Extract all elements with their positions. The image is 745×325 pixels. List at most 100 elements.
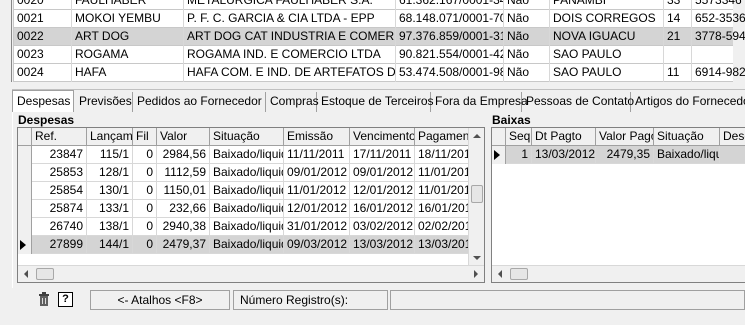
despesas-hscroll[interactable] [18, 265, 484, 282]
column-header[interactable]: Situação [654, 128, 720, 146]
table-cell[interactable]: 2984,56 [157, 146, 210, 164]
table-cell[interactable]: 1 [506, 146, 532, 164]
cell-cnpj[interactable]: 90.821.554/0001-42 [396, 46, 504, 64]
cell-code[interactable]: 0021 [14, 10, 72, 28]
table-cell[interactable]: 133/1 [87, 200, 133, 218]
table-cell[interactable]: 0 [133, 146, 157, 164]
cell-flag[interactable]: Não [504, 46, 550, 64]
table-cell[interactable]: 1112,59 [157, 164, 210, 182]
cell-n[interactable] [664, 46, 692, 64]
tab-estoque-terceiros[interactable]: Estoque de Terceiros [317, 92, 434, 112]
table-cell[interactable]: 26740 [32, 218, 87, 236]
tab-previsoes[interactable]: Previsões [75, 92, 133, 112]
scroll-right-icon[interactable] [474, 270, 478, 278]
table-cell[interactable]: 16/01/2012 [350, 200, 415, 218]
cell-n[interactable]: 21 [664, 28, 692, 46]
table-cell[interactable]: Baixado/liquida [210, 182, 284, 200]
cell-n[interactable]: 14 [664, 10, 692, 28]
cell-cnpj[interactable]: 68.148.071/0001-70 [396, 10, 504, 28]
table-cell[interactable]: 2479,35 [596, 146, 654, 164]
table-cell[interactable]: 1150,01 [157, 182, 210, 200]
scroll-down-icon[interactable] [473, 256, 481, 260]
column-header[interactable]: Emissão [284, 128, 350, 146]
column-header[interactable]: Seq [506, 128, 532, 146]
cell-razao[interactable]: P. F. C. GARCIA & CIA LTDA - EPP [184, 10, 396, 28]
cell-cnpj[interactable]: 61.362.167/0001-34 [396, 0, 504, 10]
cell-flag[interactable]: Não [504, 0, 550, 10]
table-cell[interactable]: 23847 [32, 146, 87, 164]
row-indicator[interactable] [18, 200, 32, 218]
table-cell[interactable]: 2479,37 [157, 236, 210, 254]
fornecedores-grid[interactable]: 0020 FAULHABER METALURGICA FAULHABER S.A. 6… [0, 0, 745, 82]
help-icon[interactable]: ? [58, 292, 73, 307]
table-cell[interactable]: 25853 [32, 164, 87, 182]
table-cell[interactable]: 25874 [32, 200, 87, 218]
table-row[interactable]: 25853128/101112,59Baixado/liquida09/01/2… [18, 164, 481, 182]
table-row[interactable]: 0021 MOKOI YEMBU P. F. C. GARCIA & CIA LTD… [0, 10, 745, 28]
table-cell[interactable]: 0 [133, 164, 157, 182]
table-cell[interactable]: Baixado/liquida [210, 218, 284, 236]
tab-more[interactable]: A [741, 92, 745, 112]
table-row[interactable]: 23847115/102984,56Baixado/liquida11/11/2… [18, 146, 481, 164]
column-header[interactable]: Ref. [32, 128, 87, 146]
cell-razao[interactable]: ROGAMA IND. E COMERCIO LTDA [184, 46, 396, 64]
table-cell[interactable]: 130/1 [87, 182, 133, 200]
row-indicator[interactable] [492, 146, 506, 164]
cell-name[interactable]: MOKOI YEMBU [72, 10, 184, 28]
table-cell[interactable]: 25854 [32, 182, 87, 200]
scroll-up-icon[interactable] [473, 134, 481, 138]
table-cell[interactable]: 03/02/2012 [350, 218, 415, 236]
scroll-thumb[interactable] [36, 268, 54, 280]
table-row[interactable]: 0022 ART DOG ART DOG CAT INDUSTRIA E COMER… [0, 28, 745, 46]
cell-code[interactable]: 0020 [14, 0, 72, 10]
table-cell[interactable]: 27899 [32, 236, 87, 254]
table-cell[interactable]: Baixado/liqui [654, 146, 720, 164]
row-indicator[interactable] [18, 164, 32, 182]
table-row[interactable]: 25874133/10232,66Baixado/liquida12/01/20… [18, 200, 481, 218]
table-cell[interactable]: 11/11/2011 [284, 146, 350, 164]
table-cell[interactable]: 0 [133, 236, 157, 254]
cell-flag[interactable]: Não [504, 10, 550, 28]
cell-phone[interactable]: 5573346 [692, 0, 745, 10]
cell-code[interactable]: 0023 [14, 46, 72, 64]
table-cell[interactable]: 232,66 [157, 200, 210, 218]
table-row[interactable]: 0020 FAULHABER METALURGICA FAULHABER S.A. 6… [0, 0, 745, 10]
row-indicator[interactable] [18, 146, 32, 164]
table-cell[interactable]: 09/03/2012 [284, 236, 350, 254]
table-cell[interactable]: 31/01/2012 [284, 218, 350, 236]
table-cell[interactable]: 12/01/2012 [350, 182, 415, 200]
tab-artigos-fornecedor[interactable]: Artigos do Fornecedor [631, 92, 745, 112]
trash-icon[interactable] [38, 292, 50, 307]
table-cell[interactable]: 2940,38 [157, 218, 210, 236]
scroll-thumb[interactable] [471, 185, 483, 203]
cell-city[interactable]: NOVA IGUACU [550, 28, 664, 46]
table-cell[interactable]: 0 [133, 182, 157, 200]
cell-code[interactable]: 0024 [14, 64, 72, 82]
cell-flag[interactable]: Não [504, 28, 550, 46]
cell-razao[interactable]: ART DOG CAT INDUSTRIA E COMER [184, 28, 396, 46]
table-cell[interactable]: Baixado/liquida [210, 164, 284, 182]
column-header[interactable]: Valor Pago [596, 128, 654, 146]
table-cell[interactable]: 09/01/2012 [284, 164, 350, 182]
table-cell[interactable]: Baixado/liquida [210, 146, 284, 164]
despesas-vscroll[interactable] [468, 128, 484, 266]
atalhos-button[interactable]: <- Atalhos <F8> [90, 290, 230, 310]
cell-city[interactable]: DOIS CORREGOS [550, 10, 664, 28]
table-row[interactable]: 1 13/03/2012 2479,35 Baixado/liqui [492, 146, 745, 164]
cell-city[interactable]: PANAMBI [550, 0, 664, 10]
cell-name[interactable]: FAULHABER [72, 0, 184, 10]
row-indicator[interactable] [18, 182, 32, 200]
table-cell[interactable]: Baixado/liquida [210, 236, 284, 254]
table-row[interactable]: 26740138/102940,38Baixado/liquida31/01/2… [18, 218, 481, 236]
column-header[interactable]: Valor [157, 128, 210, 146]
table-cell[interactable]: 11/01/2012 [284, 182, 350, 200]
tab-compras[interactable]: Compras [266, 92, 319, 112]
table-cell[interactable]: 13/03/2012 [350, 236, 415, 254]
cell-city[interactable]: SAO PAULO [550, 46, 664, 64]
cell-razao[interactable]: HAFA COM. E IND. DE ARTEFATOS D [184, 64, 396, 82]
column-header[interactable]: Vencimento [350, 128, 415, 146]
baixas-hscroll[interactable] [492, 265, 745, 282]
cell-phone[interactable]: 6914-982 [692, 64, 745, 82]
table-cell[interactable]: 128/1 [87, 164, 133, 182]
table-row[interactable]: 25854130/101150,01Baixado/liquida11/01/2… [18, 182, 481, 200]
